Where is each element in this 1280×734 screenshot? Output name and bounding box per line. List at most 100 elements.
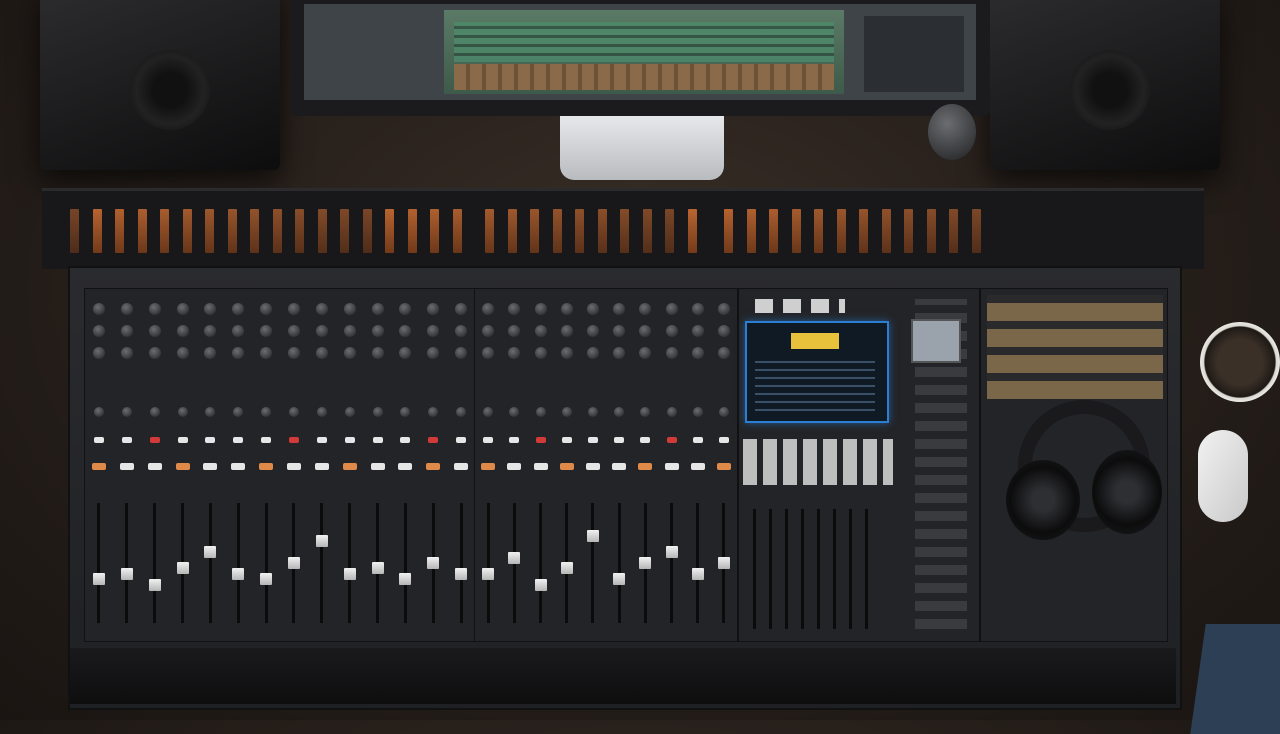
channel-knob-icon[interactable] (315, 303, 328, 315)
channel-knob-icon[interactable] (586, 303, 599, 315)
mute-button[interactable] (177, 437, 188, 443)
select-button[interactable] (119, 463, 134, 470)
eq-knob-icon[interactable] (344, 407, 355, 417)
select-button[interactable] (454, 463, 469, 470)
channel-knob-icon[interactable] (120, 325, 133, 337)
eq-knob-icon[interactable] (177, 407, 188, 417)
channel-fader[interactable] (232, 567, 245, 580)
channel-fader[interactable] (176, 562, 189, 575)
channel-fader[interactable] (691, 567, 704, 580)
eq-knob-icon[interactable] (316, 407, 327, 417)
channel-fader[interactable] (371, 562, 384, 575)
channel-knob-icon[interactable] (371, 303, 384, 315)
channel-knob-icon[interactable] (427, 303, 440, 315)
channel-knob-icon[interactable] (287, 325, 300, 337)
channel-knob-icon[interactable] (287, 303, 300, 315)
select-button[interactable] (585, 463, 600, 470)
channel-knob-icon[interactable] (665, 325, 678, 337)
eq-knob-icon[interactable] (149, 407, 160, 417)
select-button[interactable] (203, 463, 218, 470)
channel-knob-icon[interactable] (534, 303, 547, 315)
mute-button[interactable] (205, 437, 216, 443)
eq-knob-icon[interactable] (509, 407, 520, 417)
eq-knob-icon[interactable] (261, 407, 272, 417)
select-button[interactable] (314, 463, 329, 470)
channel-fader[interactable] (639, 557, 652, 569)
select-button[interactable] (370, 463, 385, 470)
channel-knob-icon[interactable] (92, 347, 105, 359)
select-button[interactable] (559, 463, 574, 470)
channel-knob-icon[interactable] (399, 303, 412, 315)
mute-button[interactable] (233, 437, 244, 443)
master-faders[interactable] (753, 509, 873, 629)
eq-knob-icon[interactable] (205, 407, 216, 417)
mute-button[interactable] (718, 437, 729, 443)
channel-knob-icon[interactable] (508, 303, 521, 315)
channel-knob-icon[interactable] (260, 325, 273, 337)
eq-knob-icon[interactable] (587, 407, 598, 417)
eq-knob-icon[interactable] (288, 407, 299, 417)
computer-mouse[interactable] (1198, 430, 1248, 522)
channel-fader[interactable] (508, 551, 521, 564)
channel-knob-icon[interactable] (613, 325, 626, 337)
select-button[interactable] (259, 463, 274, 470)
mute-button[interactable] (428, 437, 439, 443)
channel-knob-icon[interactable] (717, 325, 730, 337)
eq-knob-icon[interactable] (535, 407, 546, 417)
mute-button[interactable] (535, 437, 546, 443)
channel-knob-icon[interactable] (691, 325, 704, 337)
select-button[interactable] (426, 463, 441, 470)
channel-fader[interactable] (399, 573, 412, 586)
channel-fader[interactable] (204, 546, 217, 559)
channel-knob-icon[interactable] (665, 303, 678, 315)
channel-knob-icon[interactable] (343, 347, 356, 359)
select-button[interactable] (716, 463, 731, 470)
channel-knob-icon[interactable] (399, 325, 412, 337)
channel-knob-icon[interactable] (717, 347, 730, 359)
channel-knob-icon[interactable] (120, 303, 133, 315)
select-button[interactable] (507, 463, 522, 470)
channel-knob-icon[interactable] (586, 325, 599, 337)
eq-knob-icon[interactable] (718, 407, 729, 417)
channel-fader[interactable] (287, 557, 300, 569)
channel-knob-icon[interactable] (691, 303, 704, 315)
eq-knob-icon[interactable] (483, 407, 494, 417)
select-button[interactable] (147, 463, 162, 470)
channel-knob-icon[interactable] (691, 347, 704, 359)
channel-knob-icon[interactable] (560, 347, 573, 359)
channel-knob-icon[interactable] (148, 303, 161, 315)
mute-button[interactable] (149, 437, 160, 443)
channel-knob-icon[interactable] (482, 325, 495, 337)
eq-knob-icon[interactable] (456, 407, 467, 417)
channel-knob-icon[interactable] (399, 347, 412, 359)
channel-fader[interactable] (482, 567, 495, 580)
mute-button[interactable] (561, 437, 572, 443)
channel-knob-icon[interactable] (371, 347, 384, 359)
channel-knob-icon[interactable] (508, 347, 521, 359)
channel-fader[interactable] (613, 573, 626, 586)
channel-knob-icon[interactable] (455, 347, 468, 359)
channel-knob-icon[interactable] (232, 347, 245, 359)
channel-knob-icon[interactable] (560, 325, 573, 337)
mute-button[interactable] (316, 437, 327, 443)
eq-knob-icon[interactable] (614, 407, 625, 417)
select-button[interactable] (481, 463, 496, 470)
channel-knob-icon[interactable] (204, 347, 217, 359)
mute-button[interactable] (121, 437, 132, 443)
channel-fader[interactable] (586, 530, 599, 542)
channel-knob-icon[interactable] (232, 303, 245, 315)
channel-knob-icon[interactable] (665, 347, 678, 359)
volume-knob-icon[interactable] (928, 104, 976, 160)
channel-knob-icon[interactable] (92, 303, 105, 315)
channel-knob-icon[interactable] (613, 347, 626, 359)
channel-knob-icon[interactable] (287, 347, 300, 359)
channel-knob-icon[interactable] (613, 303, 626, 315)
channel-fader[interactable] (92, 573, 105, 586)
channel-knob-icon[interactable] (639, 303, 652, 315)
channel-knob-icon[interactable] (176, 325, 189, 337)
mute-button[interactable] (344, 437, 355, 443)
channel-fader[interactable] (665, 546, 678, 559)
channel-fader[interactable] (427, 557, 440, 569)
eq-knob-icon[interactable] (400, 407, 411, 417)
select-button[interactable] (533, 463, 548, 470)
